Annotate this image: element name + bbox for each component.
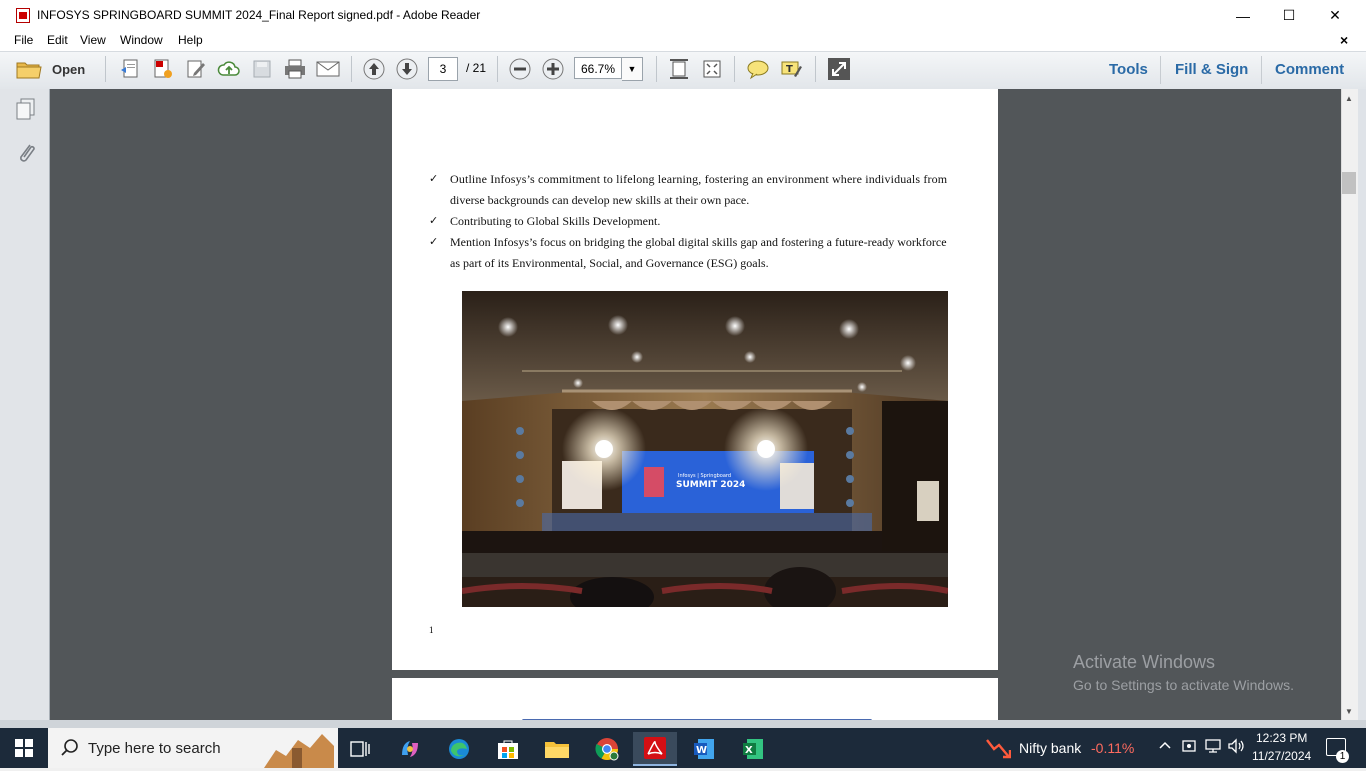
fit-full-page-icon[interactable] [699, 57, 725, 81]
auditorium-stage-photo: Infosys | Springboard SUMMIT 2024 [462, 291, 948, 607]
background-window-edge [1358, 89, 1366, 720]
save-icon[interactable] [249, 57, 275, 81]
document-text-line: diverse backgrounds can develop new skil… [450, 193, 750, 207]
menu-window[interactable]: Window [120, 33, 163, 47]
scroll-down-icon[interactable]: ▼ [1343, 705, 1355, 717]
tools-button[interactable]: Tools [1109, 61, 1148, 78]
microsoft-store-icon[interactable] [486, 732, 530, 766]
stock-trend-icon [985, 736, 1012, 760]
search-highlight-icon [262, 730, 336, 768]
background-window-strip [0, 720, 1366, 728]
document-text-line: Contributing to Global Skills Developmen… [450, 214, 661, 228]
page-number-input[interactable]: 3 [428, 57, 458, 81]
toolbar-separator [351, 56, 352, 82]
clock-time[interactable]: 12:23 PM [1256, 731, 1307, 745]
attachments-paperclip-icon[interactable] [14, 141, 38, 165]
upload-cloud-icon[interactable] [216, 57, 242, 81]
email-icon[interactable] [315, 57, 341, 81]
clock-date[interactable]: 11/27/2024 [1252, 749, 1311, 763]
edge-browser-icon[interactable] [437, 732, 481, 766]
check-mark: ✓ [429, 172, 439, 185]
toolbar-separator [1160, 56, 1161, 84]
menu-view[interactable]: View [80, 33, 106, 47]
document-text-line: Outline Infosys’s commitment to lifelong… [450, 172, 948, 186]
menu-edit[interactable]: Edit [47, 33, 68, 47]
stock-widget-name[interactable]: Nifty bank [1019, 740, 1081, 756]
toolbar-separator [734, 56, 735, 82]
fill-and-sign-button[interactable]: Fill & Sign [1175, 61, 1248, 78]
toolbar-separator [497, 56, 498, 82]
word-icon[interactable]: W [682, 732, 726, 766]
page-total: / 21 [466, 61, 487, 75]
open-button[interactable]: Open [52, 62, 85, 77]
copilot-icon[interactable] [388, 732, 432, 766]
close-document-button[interactable]: × [1340, 32, 1348, 48]
sticky-note-comment-icon[interactable] [745, 57, 771, 81]
menu-file[interactable]: File [14, 33, 33, 47]
document-text-line: Mention Infosys’s focus on bridging the … [450, 235, 947, 249]
zoom-in-icon[interactable] [540, 57, 566, 81]
minimize-button[interactable]: — [1220, 0, 1266, 31]
device-tray-icon[interactable] [1181, 738, 1197, 757]
network-icon[interactable] [1204, 738, 1222, 757]
full-screen-icon[interactable] [826, 57, 852, 81]
svg-text:X: X [745, 745, 753, 756]
adobe-reader-icon [16, 8, 30, 23]
document-text-line: as part of its Environmental, Social, an… [450, 256, 769, 270]
volume-icon[interactable] [1227, 738, 1245, 757]
svg-text:T: T [786, 64, 793, 75]
check-mark: ✓ [429, 235, 439, 248]
highlight-text-icon[interactable]: T [778, 57, 804, 81]
chrome-browser-icon[interactable] [585, 732, 629, 766]
fit-page-width-icon[interactable] [666, 57, 692, 81]
document-view[interactable]: ✓ Outline Infosys’s commitment to lifelo… [50, 89, 1341, 720]
notification-count-badge: 1 [1336, 750, 1349, 763]
scrollbar-thumb[interactable] [1342, 172, 1356, 194]
page-thumbnails-icon[interactable] [14, 97, 38, 121]
stage-screen-title: SUMMIT 2024 [676, 480, 745, 490]
export-pdf-icon[interactable] [150, 57, 176, 81]
windows-start-icon[interactable] [0, 728, 48, 768]
file-explorer-icon[interactable] [535, 732, 579, 766]
pdf-page: ✓ Outline Infosys’s commitment to lifelo… [392, 89, 998, 670]
search-placeholder: Type here to search [88, 740, 221, 757]
print-icon[interactable] [282, 57, 308, 81]
navigation-pane [0, 89, 50, 720]
activate-windows-subtitle: Go to Settings to activate Windows. [1073, 677, 1294, 693]
menu-bar [0, 31, 1366, 51]
close-button[interactable]: ✕ [1312, 0, 1358, 31]
zoom-level-input[interactable]: 66.7% [574, 57, 622, 79]
create-pdf-icon[interactable] [117, 57, 143, 81]
scroll-up-icon[interactable]: ▲ [1343, 92, 1355, 104]
open-folder-icon[interactable] [16, 58, 42, 80]
adobe-reader-taskbar-icon[interactable] [633, 732, 677, 766]
maximize-button[interactable]: ☐ [1266, 0, 1312, 31]
edit-pdf-icon[interactable] [183, 57, 209, 81]
next-page-icon[interactable] [394, 57, 420, 81]
page-footer-number: 1 [429, 625, 434, 635]
check-mark: ✓ [429, 214, 439, 227]
window-title: INFOSYS SPRINGBOARD SUMMIT 2024_Final Re… [37, 8, 481, 22]
menu-help[interactable]: Help [178, 33, 203, 47]
task-view-icon[interactable] [338, 732, 382, 766]
stock-widget-change: -0.11% [1091, 740, 1135, 756]
zoom-dropdown-chevron-icon[interactable]: ▼ [622, 57, 643, 81]
stage-screen-small-text: Infosys | Springboard [678, 473, 731, 479]
activate-windows-title: Activate Windows [1073, 652, 1216, 672]
toolbar-separator [815, 56, 816, 82]
toolbar-separator [656, 56, 657, 82]
zoom-out-icon[interactable] [507, 57, 533, 81]
previous-page-icon[interactable] [361, 57, 387, 81]
toolbar-separator [105, 56, 106, 82]
svg-text:W: W [696, 745, 707, 756]
comment-button[interactable]: Comment [1275, 61, 1344, 78]
toolbar-separator [1261, 56, 1262, 84]
show-hidden-icons-chevron-icon[interactable] [1158, 738, 1172, 755]
pdf-page [392, 678, 998, 720]
excel-icon[interactable]: X [731, 732, 775, 766]
search-icon [60, 738, 80, 758]
